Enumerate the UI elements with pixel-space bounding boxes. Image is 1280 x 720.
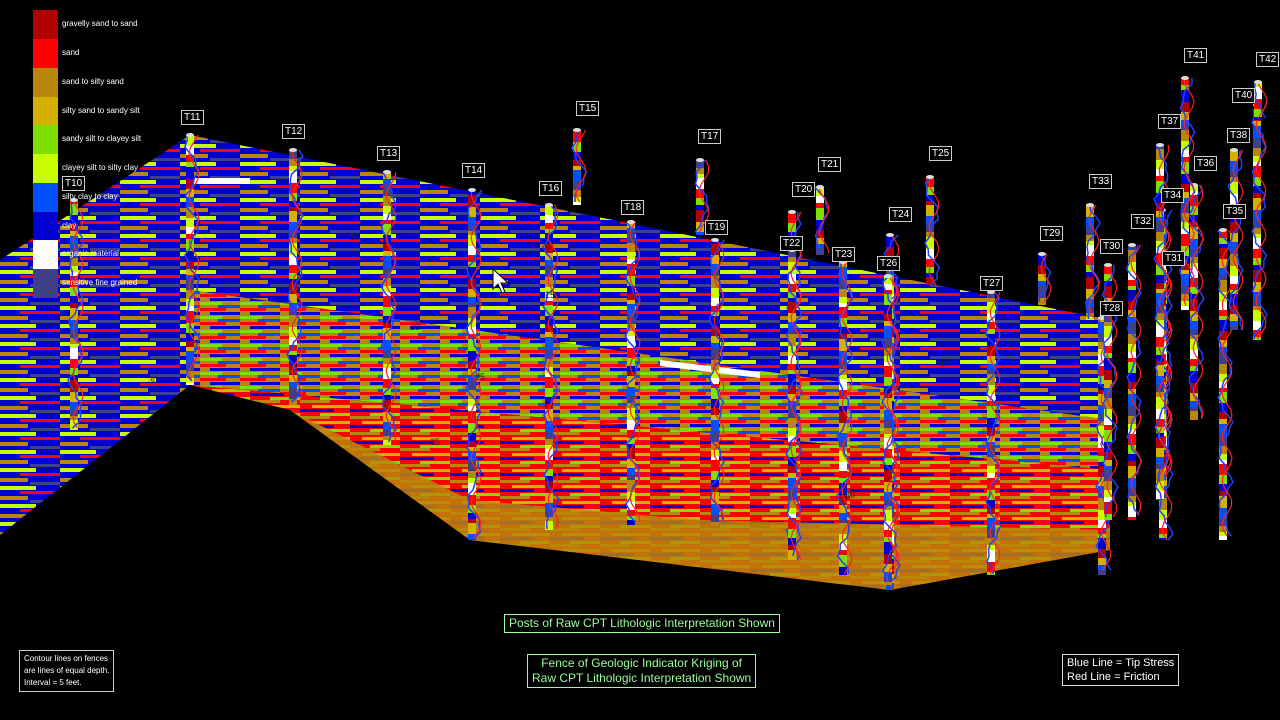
legend-item: silty sand to sandy silt [33, 97, 183, 126]
geologic-fence-diagram[interactable]: 10 15 20 25 30 35 10 30 [0, 0, 1280, 720]
legend-label: organic material [62, 249, 119, 258]
legend-item: sensitive fine grained [33, 269, 183, 298]
line-legend: Blue Line = Tip Stress Red Line = Fricti… [1062, 654, 1180, 686]
well-label-t17[interactable]: T17 [698, 129, 722, 144]
legend-item: clayey silt to silty clay [33, 154, 183, 183]
legend-item: silty clay to clay [33, 183, 183, 212]
well-label-t31[interactable]: T31 [1162, 251, 1186, 266]
well-label-t37[interactable]: T37 [1158, 114, 1182, 129]
legend-label: sandy silt to clayey silt [62, 134, 142, 143]
well-label-t13[interactable]: T13 [377, 146, 401, 161]
contour-label: 30 [148, 375, 158, 385]
legend-item: clay [33, 212, 183, 241]
contour-label: 10 [940, 358, 950, 368]
well-label-t32[interactable]: T32 [1131, 214, 1155, 229]
well-label-t10[interactable]: T10 [62, 176, 86, 191]
contour-label: 35 [430, 437, 440, 447]
legend-swatch [33, 97, 58, 126]
legend-swatch [33, 212, 58, 241]
legend-swatch [33, 240, 58, 269]
contour-label: 30 [845, 490, 855, 500]
well-label-t18[interactable]: T18 [621, 200, 645, 215]
well-label-t36[interactable]: T36 [1194, 156, 1218, 171]
well-label-t12[interactable]: T12 [282, 124, 306, 139]
well-label-t33[interactable]: T33 [1089, 174, 1113, 189]
well-label-t14[interactable]: T14 [462, 163, 486, 178]
legend-label: gravelly sand to sand [62, 19, 138, 28]
well-label-t20[interactable]: T20 [792, 182, 816, 197]
legend-item: gravelly sand to sand [33, 10, 183, 39]
contour-label: 25 [475, 372, 485, 382]
legend-label: sand [62, 48, 80, 57]
legend-swatch [33, 154, 58, 183]
contour-note-line3: Interval = 5 feet. [24, 678, 82, 687]
posts-caption: Posts of Raw CPT Lithologic Interpretati… [504, 614, 780, 633]
fence-caption-line1: Fence of Geologic Indicator Kriging of [541, 656, 742, 670]
legend-swatch [33, 183, 58, 212]
contour-note: Contour lines on fences are lines of equ… [19, 650, 115, 692]
well-label-t19[interactable]: T19 [705, 220, 729, 235]
legend-swatch [33, 125, 58, 154]
well-label-t42[interactable]: T42 [1256, 52, 1280, 67]
well-label-t29[interactable]: T29 [1040, 226, 1064, 241]
well-label-t24[interactable]: T24 [889, 207, 913, 222]
well-label-t38[interactable]: T38 [1227, 128, 1251, 143]
well-label-t41[interactable]: T41 [1184, 48, 1208, 63]
well-label-t21[interactable]: T21 [818, 157, 842, 172]
well-label-t40[interactable]: T40 [1232, 88, 1256, 103]
legend-label: clayey silt to silty clay [62, 163, 139, 172]
legend-label: clay [62, 221, 77, 230]
legend-label: sand to silty sand [62, 77, 124, 86]
blue-line-label: Blue Line = Tip Stress [1067, 657, 1175, 669]
legend-item: organic material [33, 240, 183, 269]
contour-label: 15 [545, 290, 555, 300]
legend-label: sensitive fine grained [62, 278, 138, 287]
contour-note-line2: are lines of equal depth. [24, 666, 110, 675]
red-line-label: Red Line = Friction [1067, 671, 1160, 683]
organic-lens [190, 178, 250, 184]
well-label-t23[interactable]: T23 [832, 247, 856, 262]
cursor-icon [492, 268, 510, 294]
well-label-t25[interactable]: T25 [929, 146, 953, 161]
well-label-t22[interactable]: T22 [780, 236, 804, 251]
contour-label: 20 [410, 322, 420, 332]
well-label-t35[interactable]: T35 [1223, 204, 1247, 219]
legend-label: silty sand to sandy silt [62, 106, 140, 115]
well-label-t11[interactable]: T11 [181, 110, 204, 125]
well-label-t16[interactable]: T16 [539, 181, 563, 196]
legend-swatch [33, 10, 58, 39]
well-label-t34[interactable]: T34 [1161, 188, 1185, 203]
well-label-t28[interactable]: T28 [1100, 301, 1124, 316]
fence-caption: Fence of Geologic Indicator Kriging of R… [527, 654, 757, 688]
well-label-t15[interactable]: T15 [576, 101, 600, 116]
legend-swatch [33, 269, 58, 298]
well-label-t26[interactable]: T26 [877, 256, 901, 271]
legend-swatch [33, 39, 58, 68]
contour-label: 10 [350, 232, 360, 242]
fence-caption-line2: Raw CPT Lithologic Interpretation Shown [532, 671, 752, 685]
legend-label: silty clay to clay [62, 192, 118, 201]
legend-swatch [33, 68, 58, 97]
contour-note-line1: Contour lines on fences [24, 654, 109, 663]
legend-item: sandy silt to clayey silt [33, 125, 183, 154]
legend-item: sand to silty sand [33, 68, 183, 97]
legend-item: sand [33, 39, 183, 68]
well-label-t27[interactable]: T27 [980, 276, 1004, 291]
well-label-t30[interactable]: T30 [1100, 239, 1124, 254]
